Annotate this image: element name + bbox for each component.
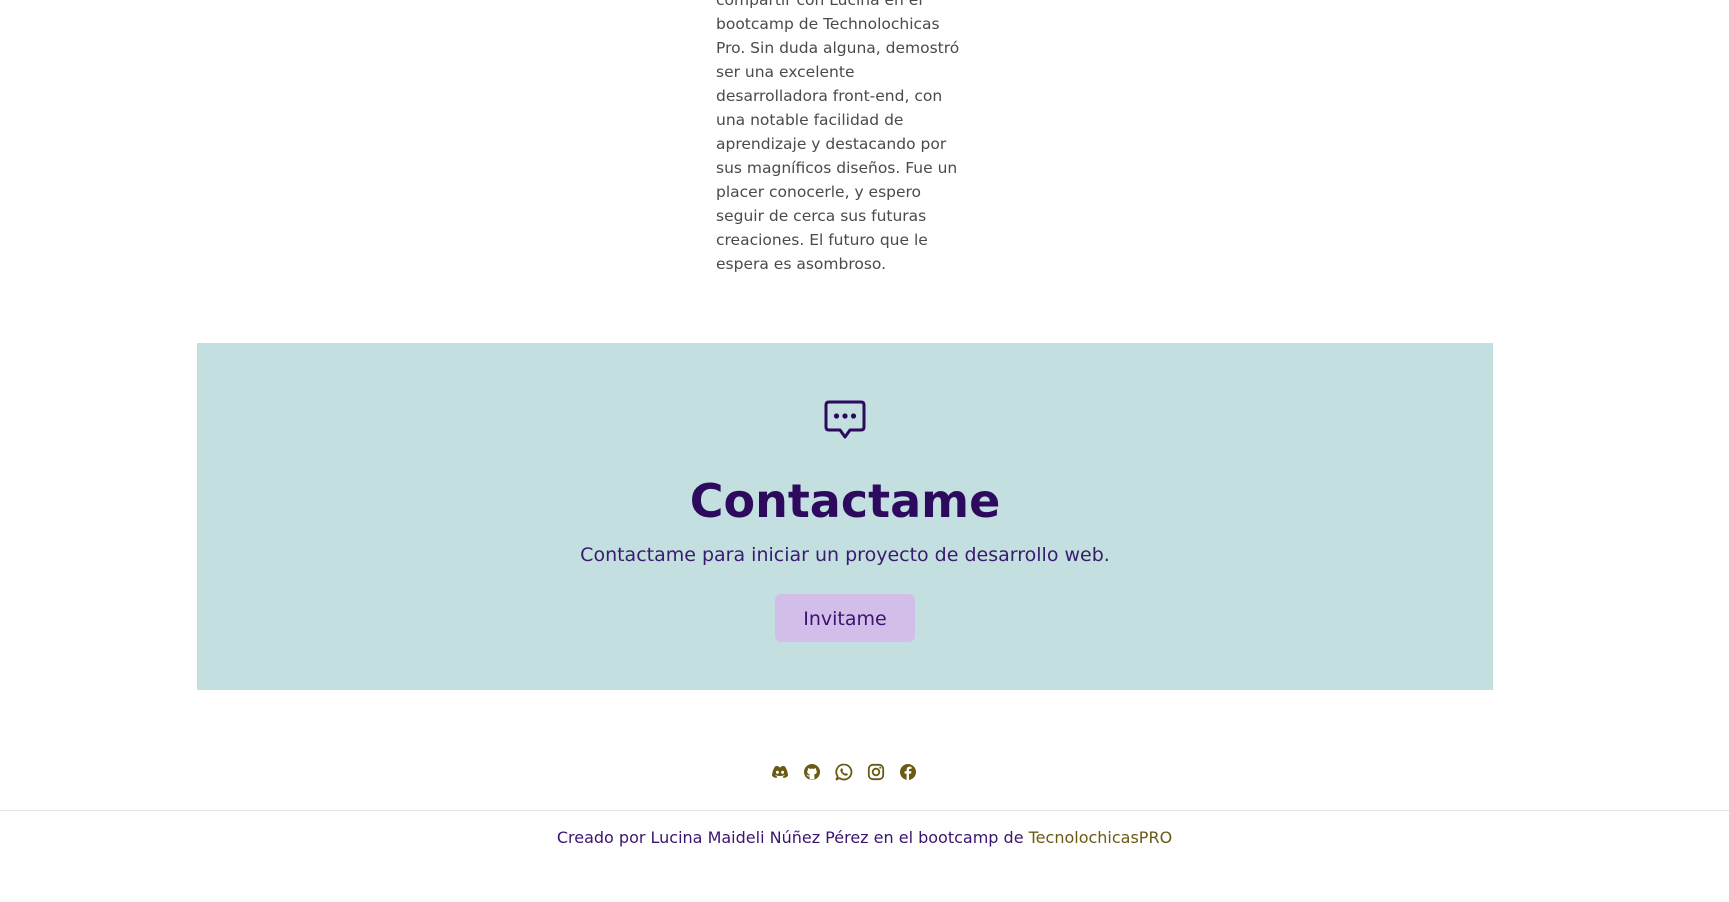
testimonial-line: una notable facilidad de <box>716 111 904 129</box>
testimonial-line: Pro. Sin duda alguna, demostró <box>716 39 960 57</box>
page: compartir con Lucina en el bootcamp de T… <box>0 0 1729 902</box>
testimonial-line: desarrolladora front-end, con <box>716 87 943 105</box>
contact-section: Contactame Contactame para iniciar un pr… <box>197 343 1493 690</box>
github-icon[interactable] <box>802 762 822 782</box>
footer-credit: Creado por Lucina Maideli Núñez Pérez en… <box>0 826 1729 850</box>
testimonial-line: creaciones. El futuro que le <box>716 231 928 249</box>
social-links <box>770 762 918 784</box>
testimonial-text: compartir con Lucina en el bootcamp de T… <box>716 0 976 276</box>
tecnolochicas-link[interactable]: TecnolochicasPRO <box>1029 828 1173 847</box>
invite-button[interactable]: Invitame <box>775 594 915 642</box>
testimonial-line: ser una excelente <box>716 63 855 81</box>
whatsapp-icon[interactable] <box>834 762 854 782</box>
testimonial-line: sus magníficos diseños. Fue un <box>716 159 958 177</box>
footer-divider <box>0 810 1729 811</box>
testimonial-line: espera es asombroso. <box>716 255 887 273</box>
chat-bubble-dots-icon <box>823 398 867 442</box>
testimonial-line: placer conocerle, y espero <box>716 183 922 201</box>
testimonial-line: compartir con Lucina en el <box>716 0 923 9</box>
testimonial-line: aprendizaje y destacando por <box>716 135 947 153</box>
testimonial-line: bootcamp de Technolochicas <box>716 15 940 33</box>
contact-subtitle: Contactame para iniciar un proyecto de d… <box>580 544 1110 566</box>
contact-title: Contactame <box>689 474 1001 528</box>
testimonial-line: seguir de cerca sus futuras <box>716 207 927 225</box>
footer-credit-text: Creado por Lucina Maideli Núñez Pérez en… <box>556 828 1029 847</box>
discord-icon[interactable] <box>770 762 790 782</box>
facebook-icon[interactable] <box>898 762 918 782</box>
instagram-icon[interactable] <box>866 762 886 782</box>
